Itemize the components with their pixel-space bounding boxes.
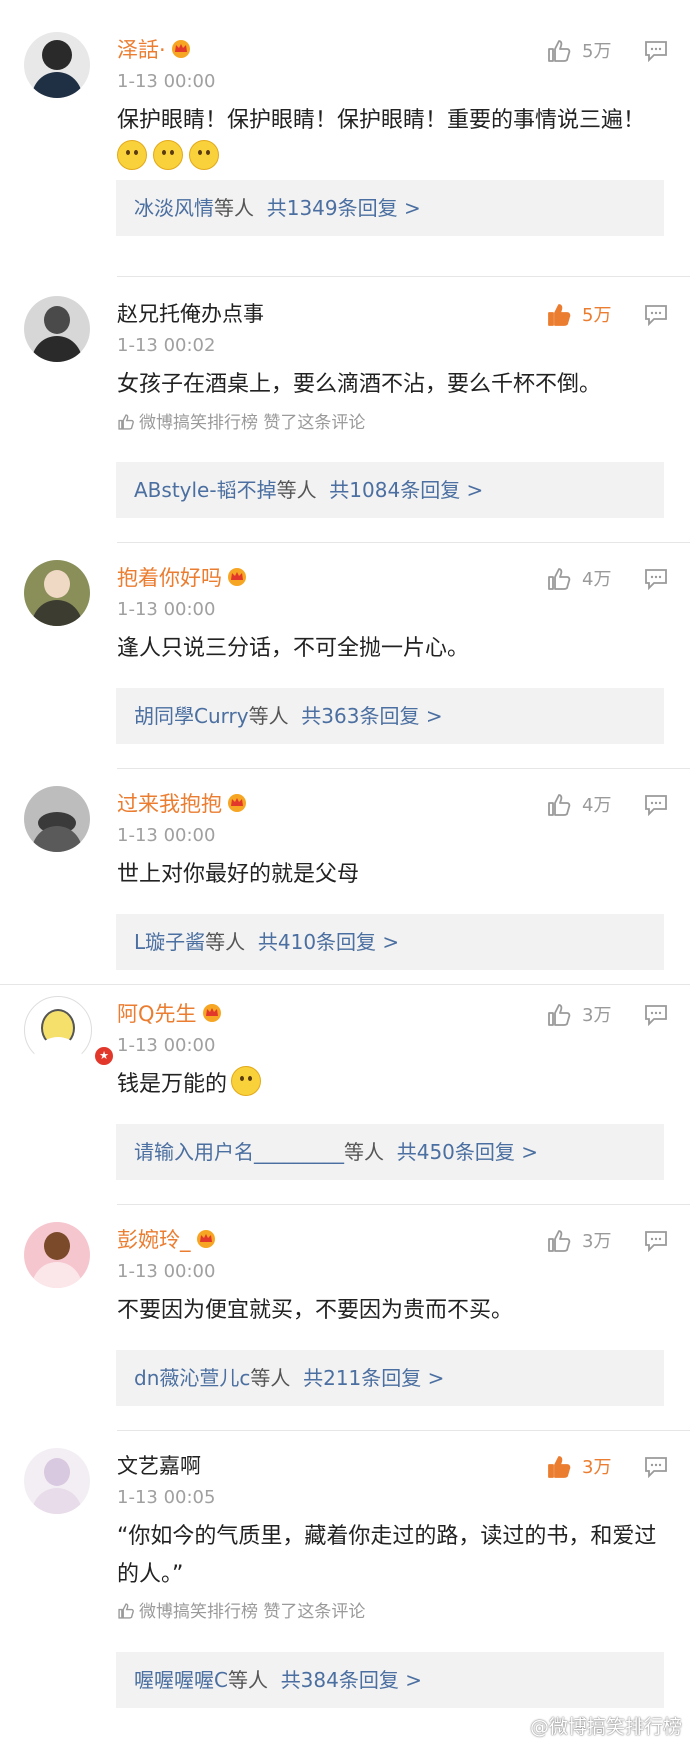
vip-crown-icon <box>171 40 190 58</box>
like-count: 5万 <box>582 305 612 326</box>
emoji-icon <box>231 1066 262 1096</box>
timestamp: 1-13 00:00 <box>117 599 216 620</box>
comment-text: 保护眼睛！保护眼睛！保护眼睛！重要的事情说三遍！ <box>117 102 672 178</box>
comment-text: “你如今的气质里，藏着你走过的路，读过的书，和爱过的人。” <box>117 1524 657 1587</box>
like-button[interactable]: 4万 <box>546 792 626 820</box>
timestamp: 1-13 00:00 <box>117 71 216 92</box>
reply-icon[interactable] <box>644 794 668 816</box>
divider <box>117 1204 690 1205</box>
comment-text: 钱是万能的 <box>117 1066 672 1104</box>
like-button[interactable]: 3万 <box>546 1002 626 1030</box>
comment-text: 世上对你最好的就是父母 <box>117 862 360 887</box>
like-count: 3万 <box>582 1005 612 1026</box>
avatar[interactable] <box>24 296 90 362</box>
like-button[interactable]: 4万 <box>546 566 626 594</box>
reply-icon[interactable] <box>644 1456 668 1478</box>
reply-summary[interactable]: ABstyle-韬不掉等人 共1084条回复 > <box>116 462 664 518</box>
like-button[interactable]: 5万 <box>546 302 626 330</box>
like-count: 4万 <box>582 569 612 590</box>
timestamp: 1-13 00:00 <box>117 1261 216 1282</box>
reply-icon[interactable] <box>644 40 668 62</box>
avatar[interactable] <box>24 1448 90 1514</box>
vip-crown-icon <box>228 568 246 586</box>
avatar[interactable]: ★ <box>24 996 115 1077</box>
reply-count[interactable]: 共410条回复 > <box>258 930 399 954</box>
like-button[interactable]: 3万 <box>546 1228 626 1256</box>
thumbs-up-icon <box>548 568 571 590</box>
reply-summary[interactable]: 胡同學Curry等人 共363条回复 > <box>116 688 664 744</box>
reply-count[interactable]: 共1084条回复 > <box>329 478 483 502</box>
username[interactable]: 泽話· <box>117 36 192 64</box>
emoji-icon <box>117 140 147 170</box>
username[interactable]: 过来我抱抱 <box>117 790 248 818</box>
thumbs-up-icon <box>548 304 571 326</box>
emoji-icon <box>153 140 183 170</box>
avatar[interactable] <box>24 560 90 626</box>
reply-users[interactable]: L璇子酱 <box>134 930 205 954</box>
reply-count[interactable]: 共1349条回复 > <box>267 196 421 220</box>
vip-crown-icon <box>228 794 246 812</box>
like-count: 3万 <box>582 1231 612 1252</box>
like-count: 4万 <box>582 795 612 816</box>
vip-crown-icon <box>202 1004 221 1022</box>
timestamp: 1-13 00:05 <box>117 1487 216 1508</box>
reply-summary[interactable]: L璇子酱等人 共410条回复 > <box>116 914 664 970</box>
username[interactable]: 阿Q先生 <box>117 1000 223 1028</box>
reply-summary[interactable]: 喔喔喔喔C等人 共384条回复 > <box>116 1652 664 1708</box>
thumbs-up-icon <box>548 1004 571 1026</box>
thumbs-up-icon <box>548 1456 571 1478</box>
divider <box>117 542 690 543</box>
watermark: @微博搞笑排行榜 <box>529 1716 682 1738</box>
timestamp: 1-13 00:02 <box>117 335 216 356</box>
reply-summary[interactable]: 冰淡风情等人 共1349条回复 > <box>116 180 664 236</box>
reply-count[interactable]: 共384条回复 > <box>281 1668 422 1692</box>
like-button[interactable]: 3万 <box>546 1454 626 1482</box>
username[interactable]: 文艺嘉啊 <box>117 1452 201 1480</box>
like-button[interactable]: 5万 <box>546 38 626 66</box>
avatar[interactable] <box>24 786 90 852</box>
reply-count[interactable]: 共211条回复 > <box>303 1366 444 1390</box>
thumbs-up-icon <box>118 414 134 430</box>
username[interactable]: 抱着你好吗 <box>117 564 248 592</box>
thumbs-up-icon <box>548 1230 571 1252</box>
liked-by-note: 微博搞笑排行榜 赞了这条评论 <box>117 411 365 435</box>
reply-icon[interactable] <box>644 1230 668 1252</box>
comment-text: 不要因为便宜就买，不要因为贵而不买。 <box>117 1298 514 1323</box>
username[interactable]: 赵兄托俺办点事 <box>117 300 264 328</box>
comment-text: 女孩子在酒桌上，要么滴酒不沾，要么千杯不倒。 <box>117 372 602 397</box>
verified-badge-icon: ★ <box>93 1045 115 1067</box>
thumbs-up-icon <box>548 794 571 816</box>
reply-icon[interactable] <box>644 304 668 326</box>
reply-icon[interactable] <box>644 1004 668 1026</box>
reply-count[interactable]: 共450条回复 > <box>397 1140 538 1164</box>
divider <box>117 1430 690 1431</box>
reply-users[interactable]: ABstyle-韬不掉 <box>134 478 277 502</box>
avatar[interactable] <box>24 1222 90 1288</box>
like-count: 5万 <box>582 41 612 62</box>
reply-summary[interactable]: dn薇沁萱儿c等人 共211条回复 > <box>116 1350 664 1406</box>
divider <box>117 768 690 769</box>
reply-users[interactable]: 喔喔喔喔C <box>134 1668 228 1692</box>
divider <box>0 984 690 985</box>
reply-count[interactable]: 共363条回复 > <box>301 704 442 728</box>
username[interactable]: 彭婉玲_ <box>117 1226 217 1254</box>
timestamp: 1-13 00:00 <box>117 825 216 846</box>
reply-users[interactable]: 冰淡风情 <box>134 196 214 220</box>
reply-users[interactable]: 胡同學Curry <box>134 704 249 728</box>
comment-text: 逢人只说三分话，不可全抛一片心。 <box>117 636 470 661</box>
liked-by-note: 微博搞笑排行榜 赞了这条评论 <box>117 1600 365 1624</box>
emoji-icon <box>189 140 219 170</box>
like-count: 3万 <box>582 1457 612 1478</box>
avatar[interactable] <box>24 32 90 98</box>
timestamp: 1-13 00:00 <box>117 1035 216 1056</box>
thumbs-up-icon <box>118 1603 134 1619</box>
thumbs-up-icon <box>548 40 571 62</box>
divider <box>117 276 690 277</box>
reply-summary[interactable]: 请输入用户名_________等人 共450条回复 > <box>116 1124 664 1180</box>
reply-users[interactable]: dn薇沁萱儿c <box>134 1366 250 1390</box>
vip-crown-icon <box>196 1230 215 1248</box>
reply-icon[interactable] <box>644 568 668 590</box>
reply-users[interactable]: 请输入用户名_________ <box>134 1140 344 1164</box>
